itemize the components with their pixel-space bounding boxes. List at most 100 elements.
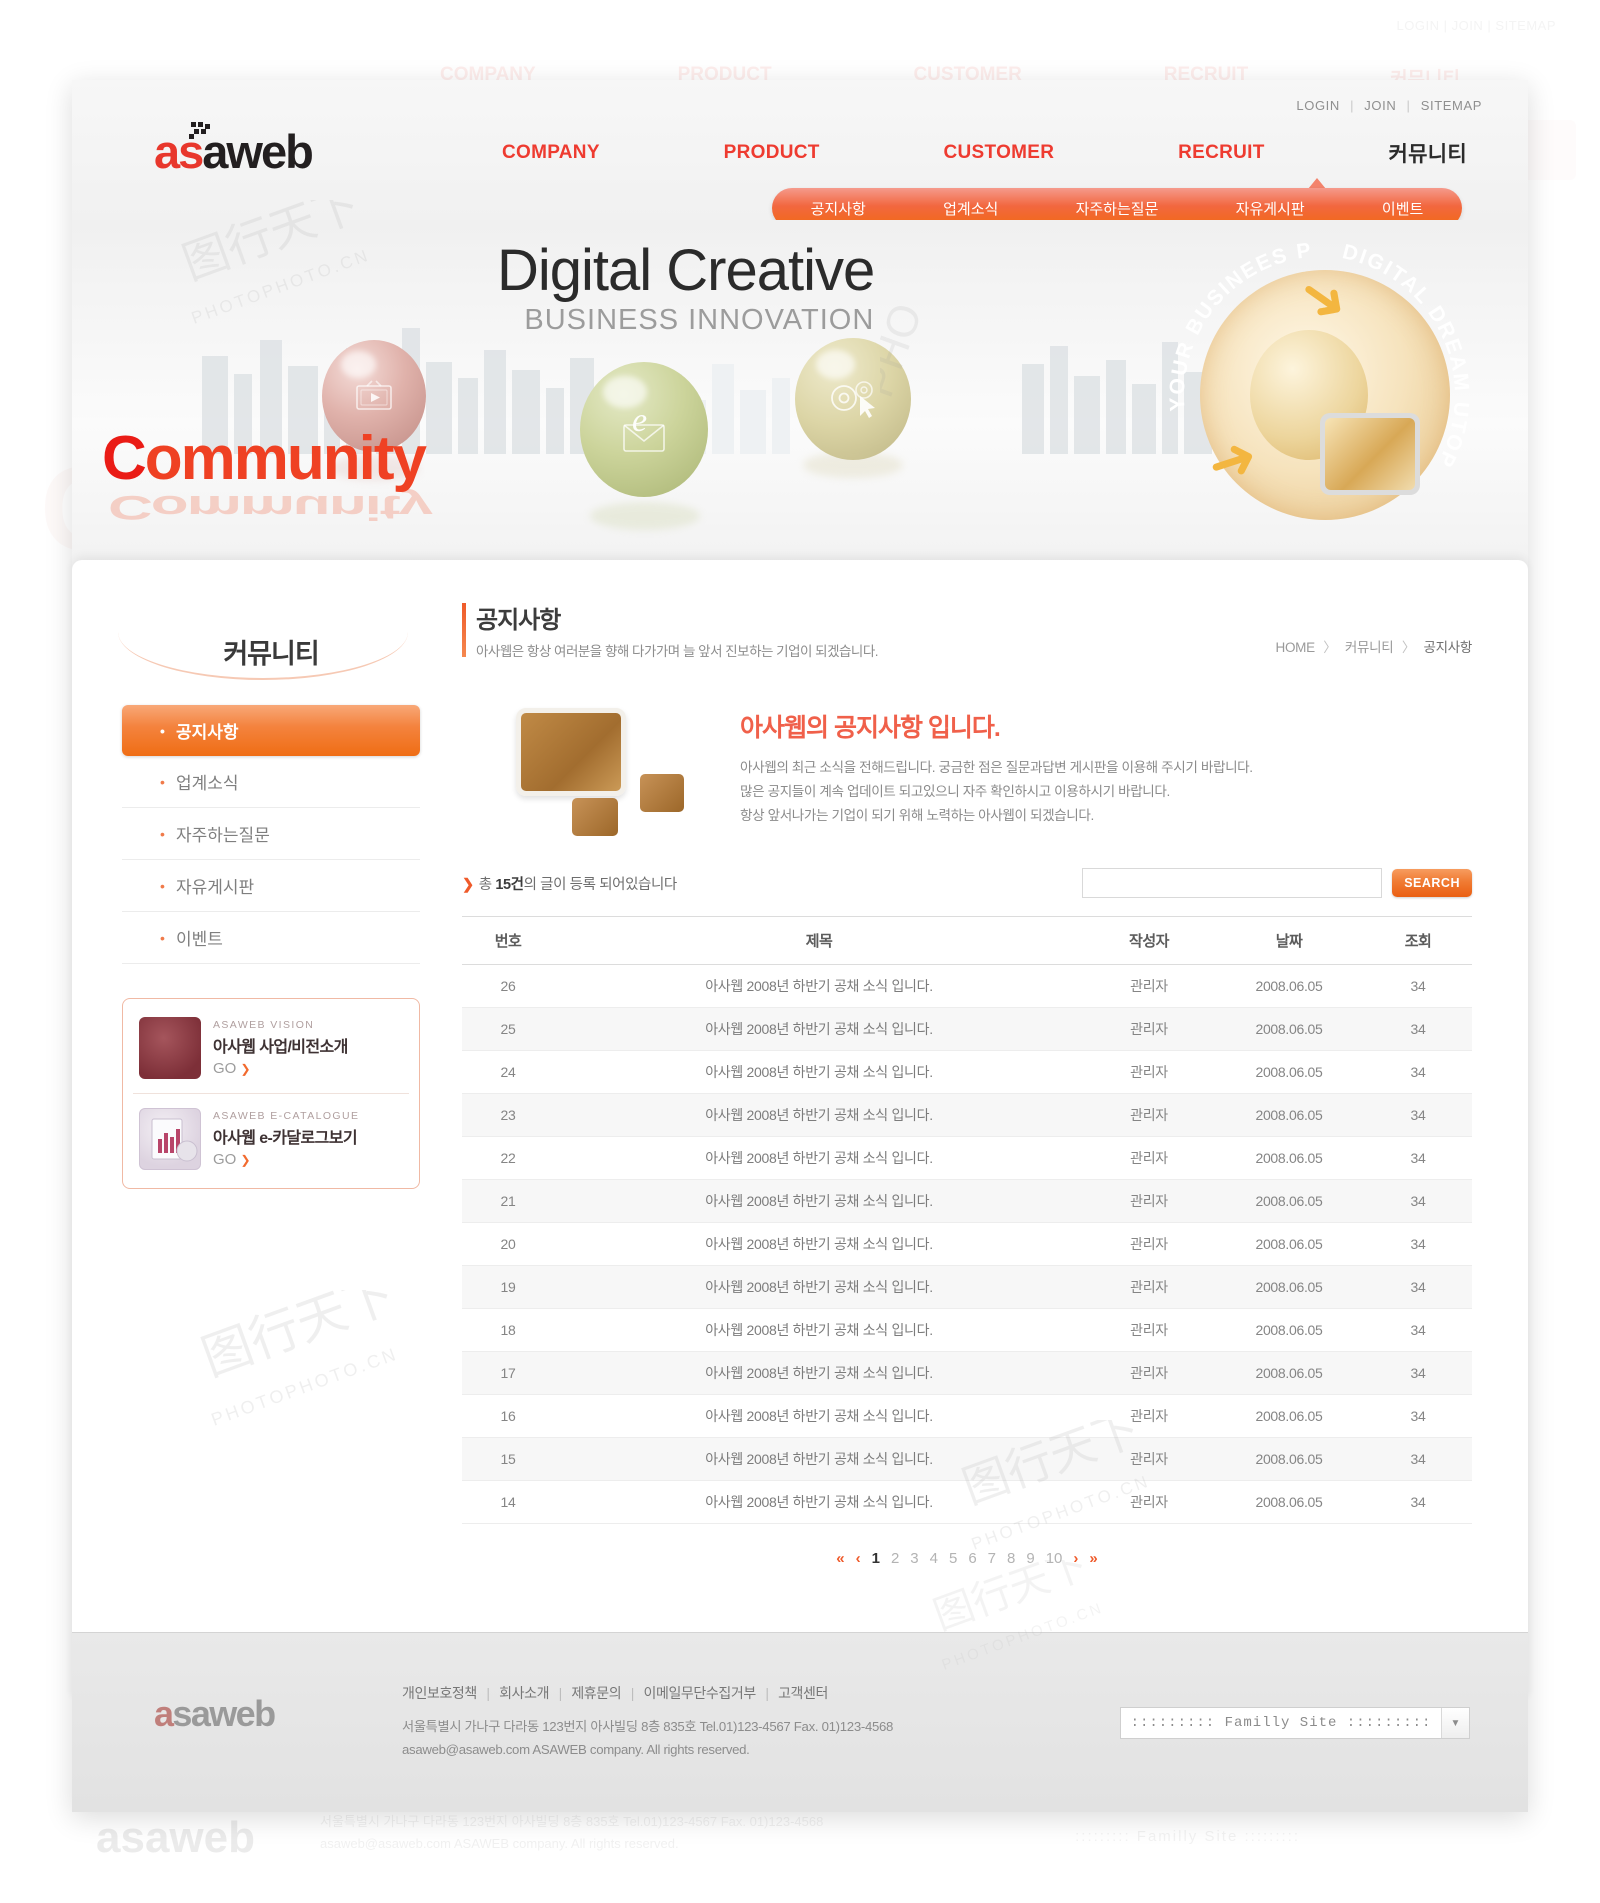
cell-no: 16: [462, 1394, 554, 1438]
login-link[interactable]: LOGIN: [1296, 98, 1339, 113]
search-input[interactable]: [1082, 868, 1383, 898]
footer-link-partner[interactable]: 제휴문의: [571, 1685, 621, 1701]
page-subtitle: 아사웹은 항상 여러분을 향해 다가가며 늘 앞서 진보하는 기업이 되겠습니다…: [476, 644, 879, 659]
banner-kicker: ASAWEB VISION: [213, 1019, 315, 1031]
table-row[interactable]: 21 아사웹 2008년 하반기 공채 소식 입니다. 관리자 2008.06.05 3…: [462, 1179, 1472, 1223]
cell-author: 관리자: [1084, 1136, 1214, 1180]
footer-link-support[interactable]: 고객센터: [778, 1685, 828, 1701]
cell-author: 관리자: [1084, 964, 1214, 1008]
banner-go-link[interactable]: GO ❯: [213, 1060, 348, 1077]
page-number-9[interactable]: 9: [1026, 1550, 1034, 1567]
notice-title-link[interactable]: 아사웹 2008년 하반기 공채 소식 입니다.: [554, 1265, 1084, 1309]
footer-link-about[interactable]: 회사소개: [499, 1685, 549, 1701]
notice-title-link[interactable]: 아사웹 2008년 하반기 공채 소식 입니다.: [554, 1136, 1084, 1180]
cell-hits: 34: [1364, 964, 1472, 1008]
hero-title-block: Digital Creative BUSINESS INNOVATION: [497, 242, 875, 337]
banner-go-link[interactable]: GO ❯: [213, 1151, 359, 1168]
intro-line-3: 항상 앞서나가는 기업이 되기 위해 노력하는 아사웹이 되겠습니다.: [740, 807, 1094, 823]
page-number-6[interactable]: 6: [968, 1550, 976, 1567]
logo-a: a: [154, 125, 180, 178]
table-row[interactable]: 16 아사웹 2008년 하반기 공채 소식 입니다. 관리자 2008.06.05 3…: [462, 1394, 1472, 1438]
sidebar-item-board[interactable]: • 자유게시판: [122, 860, 420, 912]
main-content: 공지사항 아사웹은 항상 여러분을 향해 다가가며 늘 앞서 진보하는 기업이 …: [452, 560, 1528, 1700]
table-row[interactable]: 19 아사웹 2008년 하반기 공채 소식 입니다. 관리자 2008.06.05 3…: [462, 1265, 1472, 1309]
page-number-7[interactable]: 7: [988, 1550, 996, 1567]
page-first-button[interactable]: «: [836, 1550, 844, 1567]
breadcrumb-home[interactable]: HOME: [1276, 640, 1316, 655]
subnav-item-notice[interactable]: 공지사항: [811, 198, 866, 219]
sidebar-item-notice[interactable]: • 공지사항: [122, 705, 420, 756]
notice-title-link[interactable]: 아사웹 2008년 하반기 공채 소식 입니다.: [554, 1480, 1084, 1524]
cell-hits: 34: [1364, 1222, 1472, 1266]
sidebar-banner-catalogue[interactable]: ASAWEB E-CATALOGUE 아사웹 e-카달로그보기 GO ❯: [133, 1093, 409, 1184]
footer-link-nospam[interactable]: 이메일무단수집거부: [643, 1685, 756, 1701]
chevron-down-icon[interactable]: ▼: [1441, 1708, 1469, 1738]
notice-title-link[interactable]: 아사웹 2008년 하반기 공채 소식 입니다.: [554, 1222, 1084, 1266]
page-number-3[interactable]: 3: [910, 1550, 918, 1567]
page-last-button[interactable]: »: [1089, 1550, 1097, 1567]
notice-title-link[interactable]: 아사웹 2008년 하반기 공채 소식 입니다.: [554, 1394, 1084, 1438]
notice-title-link[interactable]: 아사웹 2008년 하반기 공채 소식 입니다.: [554, 1437, 1084, 1481]
notice-title-link[interactable]: 아사웹 2008년 하반기 공채 소식 입니다.: [554, 1179, 1084, 1223]
cell-no: 18: [462, 1308, 554, 1352]
footer-address-block: 서울특별시 가나구 다라동 123번지 아사빌딩 8층 835호 Tel.01)…: [402, 1715, 893, 1761]
join-link[interactable]: JOIN: [1364, 98, 1396, 113]
footer-logo[interactable]: asaweb: [154, 1693, 276, 1735]
sitemap-link[interactable]: SITEMAP: [1421, 98, 1482, 113]
page-prev-button[interactable]: ‹: [856, 1550, 861, 1567]
notice-title-link[interactable]: 아사웹 2008년 하반기 공채 소식 입니다.: [554, 964, 1084, 1008]
search-button[interactable]: SEARCH: [1392, 869, 1472, 897]
sidebar-item-news[interactable]: • 업계소식: [122, 756, 420, 808]
table-row[interactable]: 25 아사웹 2008년 하반기 공채 소식 입니다. 관리자 2008.06.05 3…: [462, 1007, 1472, 1051]
site-footer: asaweb 개인보호정책 | 회사소개 | 제휴문의 | 이메일무단수집거부 …: [72, 1632, 1528, 1812]
table-row[interactable]: 18 아사웹 2008년 하반기 공채 소식 입니다. 관리자 2008.06.05 3…: [462, 1308, 1472, 1352]
page-next-button[interactable]: ›: [1073, 1550, 1078, 1567]
notice-title-link[interactable]: 아사웹 2008년 하반기 공채 소식 입니다.: [554, 1093, 1084, 1137]
sidebar-item-event[interactable]: • 이벤트: [122, 912, 420, 964]
site-logo[interactable]: asaweb: [154, 122, 314, 178]
nav-item-product[interactable]: PRODUCT: [724, 142, 820, 164]
family-site-select[interactable]: ::::::::: Familly Site ::::::::: ▼: [1120, 1707, 1470, 1739]
table-row[interactable]: 26 아사웹 2008년 하반기 공채 소식 입니다. 관리자 2008.06.05 3…: [462, 964, 1472, 1008]
sphere-email[interactable]: e: [580, 362, 708, 497]
nav-item-customer[interactable]: CUSTOMER: [944, 142, 1055, 164]
hero-title-sub: BUSINESS INNOVATION: [524, 304, 875, 336]
page-number-1[interactable]: 1: [872, 1550, 880, 1567]
page-number-5[interactable]: 5: [949, 1550, 957, 1567]
footer-copyright: asaweb@asaweb.com ASAWEB company. All ri…: [402, 1742, 750, 1758]
sphere-settings[interactable]: [795, 338, 911, 460]
nav-item-company[interactable]: COMPANY: [502, 142, 600, 164]
sidebar-item-label: 자주하는질문: [176, 826, 270, 845]
subnav-item-board[interactable]: 자유게시판: [1236, 198, 1305, 219]
sidebar-banner-vision[interactable]: ASAWEB VISION 아사웹 사업/비전소개 GO ❯: [133, 1003, 409, 1093]
subnav-item-news[interactable]: 업계소식: [943, 198, 998, 219]
page-number-2[interactable]: 2: [891, 1550, 899, 1567]
table-row[interactable]: 24 아사웹 2008년 하반기 공채 소식 입니다. 관리자 2008.06.05 3…: [462, 1050, 1472, 1094]
table-row[interactable]: 17 아사웹 2008년 하반기 공채 소식 입니다. 관리자 2008.06.05 3…: [462, 1351, 1472, 1395]
page-number-10[interactable]: 10: [1046, 1550, 1063, 1567]
notice-title-link[interactable]: 아사웹 2008년 하반기 공채 소식 입니다.: [554, 1351, 1084, 1395]
breadcrumb-level1[interactable]: 커뮤니티: [1345, 640, 1394, 655]
badge-text-left: YOUR BUSINEES PARTNER: [1160, 230, 1313, 412]
page-number-4[interactable]: 4: [930, 1550, 938, 1567]
table-row[interactable]: 15 아사웹 2008년 하반기 공채 소식 입니다. 관리자 2008.06.05 3…: [462, 1437, 1472, 1481]
utility-sep-1: |: [1350, 98, 1355, 113]
sidebar-item-label: 이벤트: [176, 930, 223, 949]
table-row[interactable]: 23 아사웹 2008년 하반기 공채 소식 입니다. 관리자 2008.06.05 3…: [462, 1093, 1472, 1137]
cell-date: 2008.06.05: [1214, 1136, 1364, 1180]
footer-link-privacy[interactable]: 개인보호정책: [402, 1685, 477, 1701]
cell-no: 25: [462, 1007, 554, 1051]
notice-title-link[interactable]: 아사웹 2008년 하반기 공채 소식 입니다.: [554, 1308, 1084, 1352]
notice-title-link[interactable]: 아사웹 2008년 하반기 공채 소식 입니다.: [554, 1007, 1084, 1051]
nav-item-recruit[interactable]: RECRUIT: [1178, 142, 1265, 164]
page-number-8[interactable]: 8: [1007, 1550, 1015, 1567]
intro-section: 아사웹의 공지사항 입니다. 아사웹의 최근 소식을 전해드립니다. 궁금한 점…: [462, 694, 1472, 836]
subnav-item-faq[interactable]: 자주하는질문: [1076, 198, 1159, 219]
table-row[interactable]: 14 아사웹 2008년 하반기 공채 소식 입니다. 관리자 2008.06.05 3…: [462, 1480, 1472, 1524]
notice-title-link[interactable]: 아사웹 2008년 하반기 공채 소식 입니다.: [554, 1050, 1084, 1094]
table-row[interactable]: 22 아사웹 2008년 하반기 공채 소식 입니다. 관리자 2008.06.05 3…: [462, 1136, 1472, 1180]
nav-item-community[interactable]: 커뮤니티: [1389, 138, 1467, 168]
table-row[interactable]: 20 아사웹 2008년 하반기 공채 소식 입니다. 관리자 2008.06.05 3…: [462, 1222, 1472, 1266]
subnav-item-event[interactable]: 이벤트: [1382, 198, 1423, 219]
sidebar-item-faq[interactable]: • 자주하는질문: [122, 808, 420, 860]
